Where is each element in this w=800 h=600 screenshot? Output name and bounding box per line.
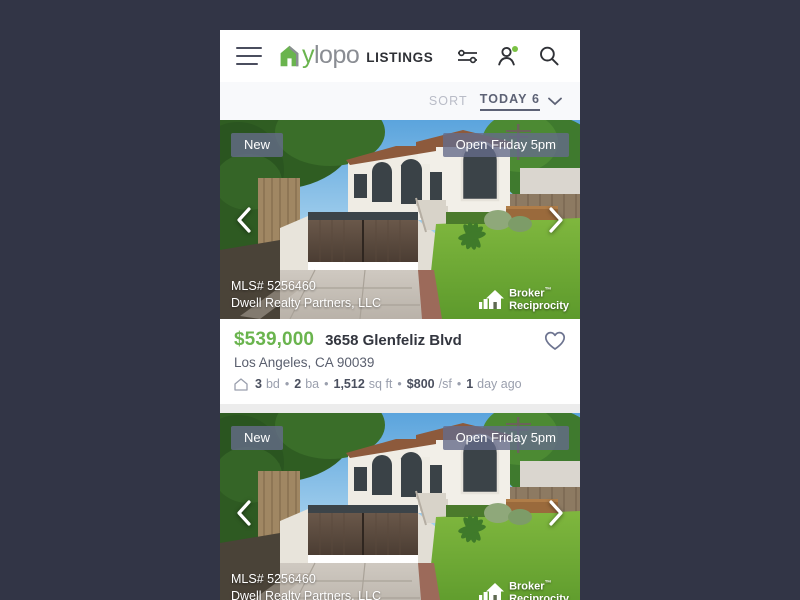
chevron-left-glyph — [237, 206, 251, 233]
chevron-right-icon[interactable] — [548, 499, 564, 526]
broker-reciprocity-house-icon — [479, 583, 505, 600]
listing-price: $539,000 — [234, 329, 315, 350]
brand-letter-y: y — [302, 40, 315, 69]
sort-selected-value: TODAY 6 — [479, 92, 540, 111]
broker-reciprocity-logo: Broker™ Reciprocity — [479, 287, 569, 312]
chevron-right-glyph — [549, 206, 563, 233]
listing-city-state-zip: Los Angeles, CA 90039 — [234, 355, 375, 370]
brand-subtitle: LISTINGS — [366, 49, 434, 65]
sqft-unit: sq ft — [368, 377, 393, 391]
price-per-sf-value: $800 — [406, 377, 435, 391]
home-outline-icon — [234, 377, 248, 391]
broker-reciprocity-text: Broker™ Reciprocity — [509, 580, 569, 600]
header-actions — [455, 44, 561, 68]
heart-outline-icon[interactable] — [544, 331, 566, 351]
search-glyph — [540, 46, 559, 66]
price-per-sf-unit: /sf — [438, 377, 452, 391]
badge-new: New — [231, 133, 284, 157]
chevron-left-icon[interactable] — [236, 206, 252, 233]
mls-info: MLS# 5256460 Dwell Realty Partners, LLC — [231, 278, 381, 312]
brokerage-name: Dwell Realty Partners, LLC — [231, 589, 382, 600]
chevron-down-icon — [548, 97, 562, 106]
listing-photo-carousel[interactable]: New Open Friday 5pm MLS# 5256460 Dwell R… — [220, 120, 580, 319]
listing-card[interactable]: New Open Friday 5pm MLS# 5256460 Dwell R… — [220, 404, 580, 600]
account-person-glyph — [498, 46, 518, 66]
chevron-left-glyph — [237, 499, 251, 526]
hamburger-line — [236, 55, 262, 57]
mls-info: MLS# 5256460 Dwell Realty Partners, LLC — [231, 571, 381, 600]
sqft-value: 1,512 — [333, 377, 365, 391]
search-icon[interactable] — [537, 44, 561, 68]
account-person-icon[interactable] — [496, 44, 520, 68]
broker-line-2: Reciprocity — [509, 592, 569, 600]
brand-wordmark: ylopo — [302, 40, 360, 69]
sort-dropdown[interactable]: TODAY 6 — [479, 92, 562, 111]
baths-unit: ba — [305, 377, 320, 391]
fact-separator: • — [324, 377, 329, 391]
filter-sliders-glyph — [457, 49, 477, 64]
brokerage-name: Dwell Realty Partners, LLC — [231, 296, 382, 311]
broker-line-1: Broker™ — [509, 286, 552, 300]
chevron-right-icon[interactable] — [548, 206, 564, 233]
fact-separator: • — [397, 377, 402, 391]
sort-label: SORT — [428, 94, 468, 108]
beds-unit: bd — [265, 377, 280, 391]
badge-open-house: Open Friday 5pm — [442, 133, 569, 157]
days-value: 1 — [466, 377, 474, 391]
price-address-row: $539,000 3658 Glenfeliz Blvd — [234, 329, 566, 351]
broker-line-2: Reciprocity — [509, 299, 569, 312]
hamburger-line — [236, 63, 258, 65]
heart-outline-glyph — [544, 331, 566, 350]
beds-value: 3 — [255, 377, 262, 391]
mls-number: MLS# 5256460 — [231, 572, 316, 587]
hamburger-menu-icon[interactable] — [236, 47, 264, 65]
notification-dot — [512, 46, 518, 52]
listing-address: 3658 Glenfeliz Blvd — [325, 332, 462, 349]
broker-reciprocity-house-icon — [479, 290, 505, 310]
listing-facts: 3 bd • 2 ba • 1,512 sq ft • $800/sf • 1 … — [234, 377, 566, 391]
brand-letters-lopo: lopo — [314, 40, 360, 69]
chevron-down-glyph — [548, 97, 562, 105]
phone-viewport: ylopo LISTINGS SORT TODAY 6 New Open Fri… — [220, 30, 580, 600]
app-header: ylopo LISTINGS — [220, 30, 580, 82]
baths-value: 2 — [294, 377, 302, 391]
chevron-right-glyph — [549, 499, 563, 526]
chevron-left-icon[interactable] — [236, 499, 252, 526]
days-unit: day ago — [477, 377, 522, 391]
photo-footer: MLS# 5256460 Dwell Realty Partners, LLC … — [220, 571, 580, 600]
sort-bar: SORT TODAY 6 — [220, 82, 580, 120]
broker-line-1: Broker™ — [509, 579, 552, 593]
broker-reciprocity-logo: Broker™ Reciprocity — [479, 580, 569, 600]
broker-reciprocity-text: Broker™ Reciprocity — [509, 287, 569, 312]
ylopo-house-logo-icon — [280, 45, 299, 67]
listing-details: $539,000 3658 Glenfeliz Blvd Los Angeles… — [220, 319, 580, 404]
hamburger-line — [236, 47, 262, 49]
fact-separator: • — [284, 377, 290, 391]
listing-photo-carousel[interactable]: New Open Friday 5pm MLS# 5256460 Dwell R… — [220, 413, 580, 600]
listing-card[interactable]: New Open Friday 5pm MLS# 5256460 Dwell R… — [220, 120, 580, 404]
fact-separator: • — [456, 377, 462, 391]
filter-sliders-icon[interactable] — [455, 44, 479, 68]
brand-logo[interactable]: ylopo LISTINGS — [280, 40, 455, 69]
home-outline-glyph — [234, 377, 248, 391]
photo-footer: MLS# 5256460 Dwell Realty Partners, LLC … — [220, 278, 580, 319]
badge-new: New — [231, 426, 284, 450]
mls-number: MLS# 5256460 — [231, 279, 316, 294]
badge-open-house: Open Friday 5pm — [442, 426, 569, 450]
